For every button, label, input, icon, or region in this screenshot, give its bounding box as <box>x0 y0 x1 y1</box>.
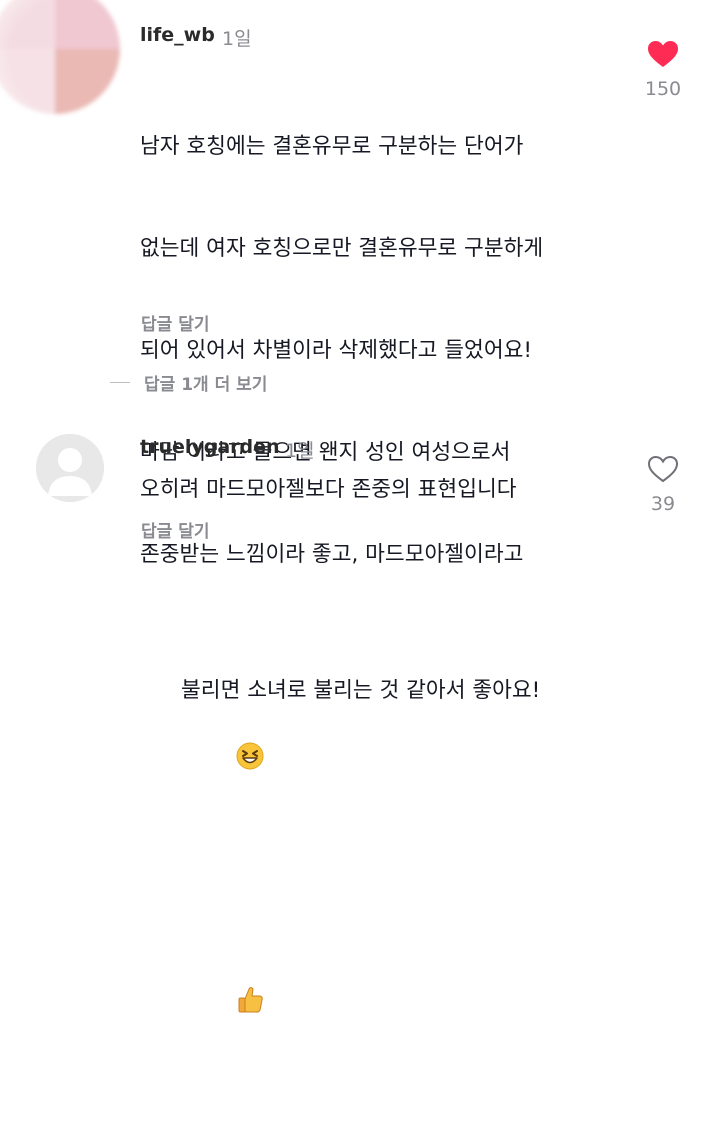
comment-line: 존중받는 느낌이라 좋고, 마드모아젤이라고 <box>140 542 524 567</box>
comment-line: 없는데 여자 호칭으로만 결혼유무로 구분하게 <box>140 236 544 261</box>
heart-filled-icon <box>647 41 679 72</box>
comment-text: 오히려 마드모아젤보다 존중의 표현입니다 <box>140 477 517 502</box>
like-count: 39 <box>650 493 676 515</box>
comment-text: 남자 호칭에는 결혼유무로 구분하는 단어가 없는데 여자 호칭으로만 결혼유무… <box>140 62 543 1132</box>
comment-time: 1일 <box>222 28 252 50</box>
comment-line-emoji <box>140 917 543 1094</box>
like-button[interactable]: 150 <box>628 40 698 100</box>
like-count: 150 <box>644 78 682 100</box>
avatar[interactable] <box>36 434 104 502</box>
default-user-icon <box>36 434 104 502</box>
comment-line: 불리면 소녀로 불리는 것 같아서 좋아요! <box>181 678 541 703</box>
view-more-replies-button[interactable]: 답글 1개 더 보기 <box>110 370 267 395</box>
comment-username[interactable]: truelygarden <box>140 436 280 458</box>
comment-username[interactable]: life_wb <box>140 24 215 46</box>
divider <box>110 381 130 384</box>
avatar[interactable] <box>0 0 120 114</box>
comment-line: 남자 호칭에는 결혼유무로 구분하는 단어가 <box>140 134 524 159</box>
thumbs-up-icon <box>181 951 264 1060</box>
comment-time: 1일 <box>285 440 315 462</box>
heart-outline-icon <box>647 455 679 487</box>
grinning-squinting-face-icon <box>181 708 264 815</box>
reply-button[interactable]: 답글 달기 <box>141 310 209 335</box>
comment-line-last: 불리면 소녀로 불리는 것 같아서 좋아요! <box>140 640 543 849</box>
reply-button[interactable]: 답글 달기 <box>141 517 209 542</box>
like-button[interactable]: 39 <box>628 455 698 515</box>
comment-line: 되어 있어서 차별이라 삭제했다고 들었어요! <box>140 338 532 363</box>
view-more-replies-label: 답글 1개 더 보기 <box>144 375 268 395</box>
